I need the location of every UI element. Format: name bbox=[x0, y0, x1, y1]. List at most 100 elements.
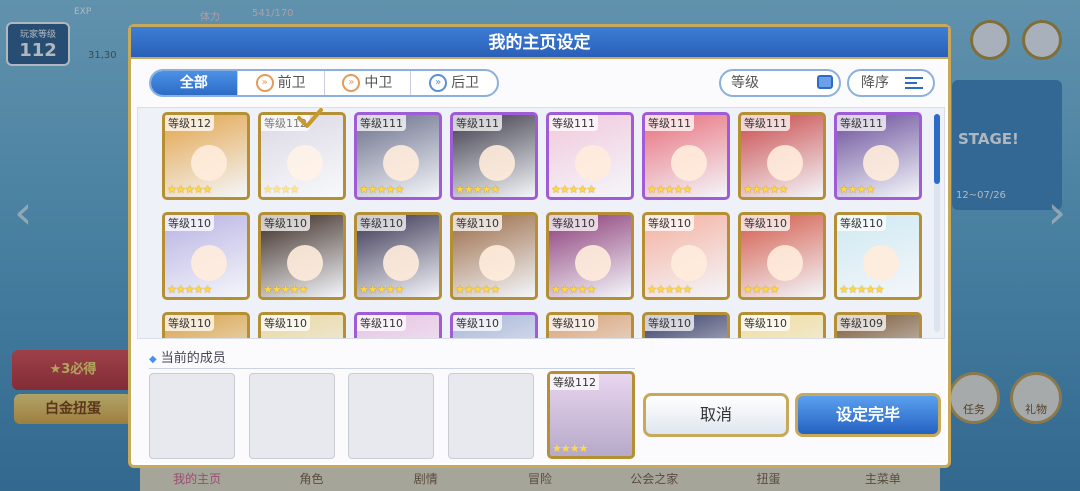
character-card[interactable]: 等级110 ★★★★★ bbox=[450, 212, 538, 300]
member-slot-empty[interactable] bbox=[149, 373, 235, 459]
character-portrait bbox=[575, 245, 611, 281]
tab-middle-label: 中卫 bbox=[364, 75, 393, 91]
selected-check-icon bbox=[297, 108, 323, 128]
character-portrait bbox=[287, 245, 323, 281]
character-portrait bbox=[383, 145, 419, 181]
character-card[interactable]: 等级110 ★★★★ bbox=[738, 212, 826, 300]
sort-descending-icon bbox=[905, 77, 923, 89]
character-card[interactable]: 等级111 ★★★★★ bbox=[642, 112, 730, 200]
character-card[interactable]: 等级110 ★★★★★ bbox=[546, 212, 634, 300]
middle-position-icon: » bbox=[342, 74, 361, 92]
tab-front-label: 前卫 bbox=[277, 75, 306, 91]
character-card[interactable]: 等级111 ★★★★★ bbox=[738, 112, 826, 200]
character-stars: ★★★★ bbox=[263, 183, 299, 196]
sort-order-button[interactable]: 降序 bbox=[847, 69, 935, 97]
tab-all-label: 全部 bbox=[179, 75, 208, 91]
grid-scrollbar[interactable] bbox=[934, 114, 940, 332]
character-card[interactable]: 等级112 ★★★★★ bbox=[162, 112, 250, 200]
character-card[interactable]: 等级110 bbox=[642, 312, 730, 338]
character-level: 等级111 bbox=[549, 115, 598, 131]
character-stars: ★★★★★ bbox=[167, 283, 212, 296]
sort-by-level-button[interactable]: 等级 bbox=[719, 69, 841, 97]
character-card[interactable]: 等级110 bbox=[258, 312, 346, 338]
character-level: 等级112 bbox=[165, 115, 214, 131]
home-settings-dialog: 我的主页设定 全部 » 前卫 » 中卫 » 后卫 等级 降序 等级112 ★★★★★ 等级… bbox=[128, 24, 951, 468]
tab-middle[interactable]: » 中卫 bbox=[325, 71, 412, 95]
character-stars: ★★★★★ bbox=[551, 283, 596, 296]
character-portrait bbox=[191, 245, 227, 281]
character-level: 等级111 bbox=[357, 115, 406, 131]
cancel-button[interactable]: 取消 bbox=[643, 393, 789, 437]
tab-front[interactable]: » 前卫 bbox=[238, 71, 325, 95]
character-portrait bbox=[671, 245, 707, 281]
position-filter-tabs: 全部 » 前卫 » 中卫 » 后卫 bbox=[149, 69, 499, 97]
character-level: 等级111 bbox=[453, 115, 502, 131]
member-slot-empty[interactable] bbox=[348, 373, 434, 459]
dialog-title: 我的主页设定 bbox=[131, 27, 948, 59]
character-level: 等级110 bbox=[549, 315, 598, 331]
member-stars: ★★★★ bbox=[552, 442, 588, 455]
character-level: 等级110 bbox=[261, 215, 310, 231]
character-card[interactable]: 等级110 ★★★★★ bbox=[354, 212, 442, 300]
character-stars: ★★★★★ bbox=[455, 183, 500, 196]
character-card[interactable]: 等级110 bbox=[738, 312, 826, 338]
character-level: 等级110 bbox=[357, 215, 406, 231]
character-level: 等级110 bbox=[645, 315, 694, 331]
current-members-label: ◆ 当前的成员 bbox=[149, 347, 635, 369]
character-level: 等级110 bbox=[741, 315, 790, 331]
character-level: 等级110 bbox=[453, 215, 502, 231]
character-card[interactable]: 等级110 bbox=[450, 312, 538, 338]
character-stars: ★★★★★ bbox=[167, 183, 212, 196]
character-card[interactable]: 等级110 ★★★★★ bbox=[258, 212, 346, 300]
tab-back[interactable]: » 后卫 bbox=[411, 71, 497, 95]
character-card[interactable]: 等级110 ★★★★★ bbox=[642, 212, 730, 300]
character-level: 等级110 bbox=[357, 315, 406, 331]
character-stars: ★★★★★ bbox=[647, 183, 692, 196]
character-level: 等级110 bbox=[645, 215, 694, 231]
character-portrait bbox=[863, 145, 899, 181]
character-card[interactable]: 等级111 ★★★★ bbox=[834, 112, 922, 200]
tab-all[interactable]: 全部 bbox=[151, 71, 238, 95]
character-card[interactable]: 等级111 ★★★★★ bbox=[450, 112, 538, 200]
character-portrait bbox=[671, 145, 707, 181]
character-portrait bbox=[287, 145, 323, 181]
character-stars: ★★★★★ bbox=[359, 283, 404, 296]
scrollbar-thumb[interactable] bbox=[934, 114, 940, 184]
character-level: 等级110 bbox=[741, 215, 790, 231]
member-slot-empty[interactable] bbox=[249, 373, 335, 459]
character-level: 等级111 bbox=[645, 115, 694, 131]
character-stars: ★★★★★ bbox=[551, 183, 596, 196]
character-card[interactable]: 等级110 ★★★★★ bbox=[834, 212, 922, 300]
character-portrait bbox=[479, 245, 515, 281]
character-portrait bbox=[767, 145, 803, 181]
character-card[interactable]: 等级110 bbox=[162, 312, 250, 338]
character-stars: ★★★★★ bbox=[263, 283, 308, 296]
character-level: 等级110 bbox=[261, 315, 310, 331]
character-level: 等级110 bbox=[165, 215, 214, 231]
member-slot-filled[interactable]: 等级112 ★★★★ bbox=[547, 371, 635, 459]
character-stars: ★★★★ bbox=[743, 283, 779, 296]
character-card[interactable]: 等级109 bbox=[834, 312, 922, 338]
character-stars: ★★★★★ bbox=[455, 283, 500, 296]
sort-order-label: 降序 bbox=[861, 75, 889, 91]
character-portrait bbox=[575, 145, 611, 181]
character-grid-inner: 等级112 ★★★★★ 等级112 ★★★★ 等级111 ★★★★★ 等级111 ★★★★★ 等… bbox=[162, 112, 922, 338]
character-card[interactable]: 等级110 ★★★★★ bbox=[162, 212, 250, 300]
character-portrait bbox=[383, 245, 419, 281]
sort-options-icon bbox=[817, 75, 833, 89]
character-stars: ★★★★ bbox=[839, 183, 875, 196]
character-portrait bbox=[767, 245, 803, 281]
character-grid[interactable]: 等级112 ★★★★★ 等级112 ★★★★ 等级111 ★★★★★ 等级111 ★★★★★ 等… bbox=[137, 107, 945, 339]
confirm-settings-button[interactable]: 设定完毕 bbox=[795, 393, 941, 437]
character-level: 等级111 bbox=[741, 115, 790, 131]
character-stars: ★★★★★ bbox=[839, 283, 884, 296]
character-card[interactable]: 等级111 ★★★★★ bbox=[354, 112, 442, 200]
tab-back-label: 后卫 bbox=[451, 75, 480, 91]
character-card[interactable]: 等级110 bbox=[546, 312, 634, 338]
character-level: 等级110 bbox=[837, 215, 886, 231]
current-members-text: 当前的成员 bbox=[160, 351, 226, 366]
member-slot-empty[interactable] bbox=[448, 373, 534, 459]
character-level: 等级109 bbox=[837, 315, 886, 331]
character-card[interactable]: 等级111 ★★★★★ bbox=[546, 112, 634, 200]
character-card[interactable]: 等级110 bbox=[354, 312, 442, 338]
